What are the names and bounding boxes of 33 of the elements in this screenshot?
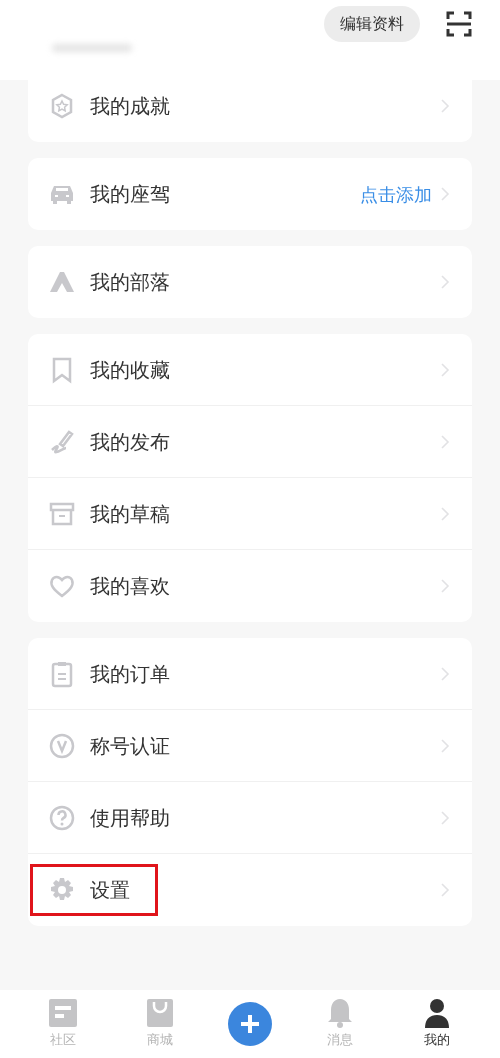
menu-item-label[interactable]: 我的收藏 <box>90 354 170 385</box>
menu-item-label[interactable]: 我的草稿 <box>90 498 170 529</box>
add-button[interactable] <box>228 1002 272 1046</box>
chevron-icon <box>440 882 450 898</box>
menu-item-label[interactable]: 设置 <box>90 875 130 905</box>
card-icon <box>47 998 78 1029</box>
menu-item-label[interactable]: 我的座驾 <box>90 179 170 209</box>
chevron-icon <box>440 186 450 202</box>
menu-item-label[interactable]: 我的成就 <box>90 91 170 121</box>
bell-icon <box>326 998 353 1029</box>
chevron-icon <box>440 809 450 826</box>
chevron-icon <box>440 665 450 682</box>
v-circle-icon <box>48 731 76 760</box>
tab[interactable]: 我的 <box>407 998 468 1050</box>
bag-icon <box>146 998 175 1029</box>
menu-item-label[interactable]: 我的订单 <box>90 658 170 689</box>
plus-icon <box>239 1013 261 1035</box>
chevron-icon <box>440 578 450 594</box>
scan-icon[interactable] <box>446 11 472 37</box>
chevron-icon <box>440 433 450 450</box>
chevron-icon <box>440 361 450 378</box>
menu-item-label[interactable]: 我的发布 <box>90 426 170 457</box>
help-icon <box>48 803 76 832</box>
menu-item-label[interactable]: 称号认证 <box>90 730 170 761</box>
edit-profile-button[interactable]: 编辑资料 <box>324 6 420 42</box>
menu-item-label[interactable]: 我的喜欢 <box>90 571 170 601</box>
chevron-icon <box>440 505 450 522</box>
chevron-icon <box>440 98 450 114</box>
menu-item-label[interactable]: 使用帮助 <box>90 802 170 833</box>
chevron-icon <box>440 274 450 290</box>
person-icon <box>424 998 451 1029</box>
menu-item-label[interactable]: 我的部落 <box>90 267 170 297</box>
chevron-icon <box>440 737 450 754</box>
